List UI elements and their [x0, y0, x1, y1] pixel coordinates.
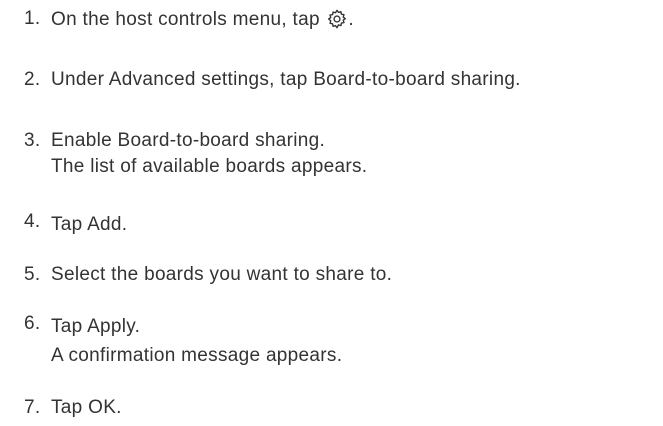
step-text: Select the boards you want to share to. [51, 264, 393, 285]
step-number: 2. [24, 69, 41, 90]
step-number: 6. [24, 313, 41, 334]
instruction-steps: 1. On the host controls menu, tap . 2. U… [0, 0, 663, 426]
step-text: Tap OK. [51, 397, 122, 418]
step-number: 4. [24, 211, 41, 232]
step-text: Tap Apply. [51, 316, 141, 337]
step-text-after-icon: . [348, 9, 354, 30]
step-text: Under Advanced settings, tap Board-to-bo… [51, 69, 521, 90]
step-number: 1. [24, 8, 41, 29]
step-text: On the host controls menu, tap . [51, 8, 354, 30]
step-text-before-icon: On the host controls menu, tap [51, 9, 320, 30]
step-text: Tap Add. [51, 214, 128, 235]
step-result: The list of available boards appears. [51, 156, 368, 177]
step-number: 5. [24, 264, 41, 285]
step-text: Enable Board-to-board sharing. [51, 130, 326, 151]
gear-icon [326, 8, 348, 30]
step-result: A confirmation message appears. [51, 345, 343, 366]
step-number: 3. [24, 130, 41, 151]
step-number: 7. [24, 397, 41, 418]
